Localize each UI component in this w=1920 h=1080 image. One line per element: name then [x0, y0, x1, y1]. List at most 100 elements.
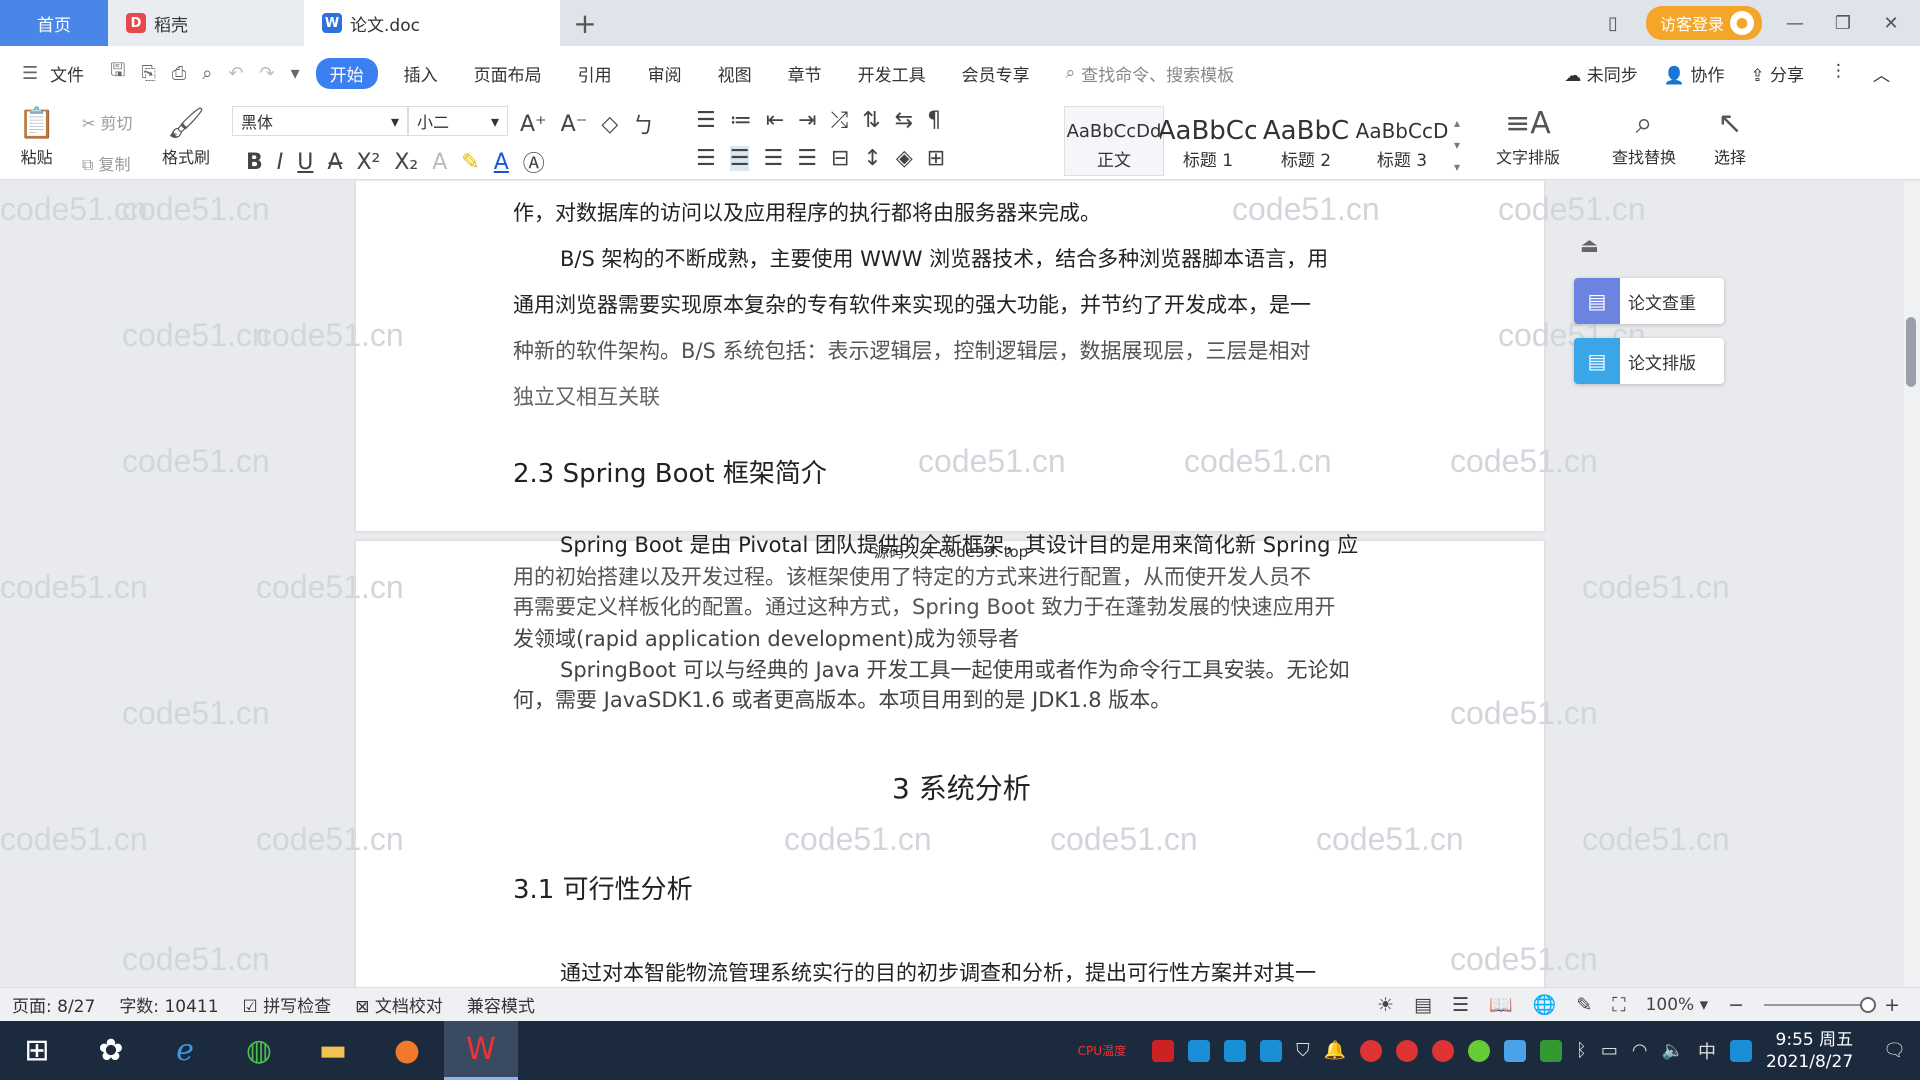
menu-reference[interactable]: 引用 — [560, 61, 630, 86]
outline-view-icon[interactable]: ☰ — [1452, 994, 1469, 1016]
font-color-icon[interactable]: A — [494, 150, 509, 175]
tray-app-icon[interactable] — [1396, 1039, 1418, 1062]
tray-app-icon[interactable] — [1504, 1039, 1526, 1062]
menu-start[interactable]: 开始 — [315, 57, 378, 89]
indent-icon[interactable]: ⇥ — [798, 108, 816, 133]
outdent-icon[interactable]: ⇤ — [766, 108, 784, 133]
strikethrough-icon[interactable]: A̶ — [327, 150, 342, 175]
preview-icon[interactable]: ⌕ — [194, 63, 220, 84]
proofread-button[interactable]: ⊠ 文档校对 — [343, 992, 455, 1017]
menu-chapter[interactable]: 章节 — [770, 61, 840, 86]
app-mascot-icon[interactable]: ● — [370, 1021, 444, 1080]
redo-icon[interactable]: ↷ — [251, 63, 282, 84]
zoom-in-icon[interactable]: + — [1884, 994, 1900, 1016]
tray-app-icon[interactable] — [1432, 1039, 1454, 1062]
tab-home[interactable]: 首页 — [0, 0, 108, 46]
shrink-font-icon[interactable]: A⁻ — [561, 112, 588, 137]
tray-app-icon[interactable] — [1188, 1039, 1211, 1062]
clock[interactable]: 9:55 周五 2021/8/27 — [1766, 1029, 1853, 1073]
save-icon[interactable]: 🖫 — [102, 58, 133, 88]
char-border-icon[interactable]: Ⓐ — [523, 146, 545, 178]
format-painter-button[interactable]: 🖌 格式刷 — [162, 106, 210, 168]
tray-app-icon[interactable] — [1540, 1039, 1562, 1062]
paste-button[interactable]: 📋 粘贴 — [18, 106, 55, 168]
web-view-icon[interactable]: 🌐 — [1533, 993, 1557, 1016]
more-icon[interactable]: ⋮ — [1830, 61, 1847, 86]
text-layout-button[interactable]: ≡A 文字排版 — [1496, 106, 1560, 168]
hamburger-icon[interactable]: ☰ — [14, 63, 46, 84]
paper-layout-button[interactable]: ▤ 论文排版 — [1574, 338, 1724, 384]
share-button[interactable]: ⇪ 分享 — [1750, 61, 1804, 86]
superscript-icon[interactable]: X² — [356, 150, 380, 175]
minimize-icon[interactable]: — — [1780, 13, 1810, 34]
zoom-slider[interactable] — [1764, 996, 1877, 1013]
border-icon[interactable]: ⊞ — [927, 146, 945, 171]
align-center-icon[interactable]: ☰ — [729, 146, 750, 171]
tab-daoke[interactable]: D 稻壳 — [108, 0, 304, 46]
collapse-ribbon-icon[interactable]: ︿ — [1873, 61, 1890, 86]
menu-file[interactable]: 文件 — [46, 61, 102, 86]
page-view-icon[interactable]: ▤ — [1414, 994, 1432, 1016]
grow-font-icon[interactable]: A⁺ — [520, 112, 547, 137]
export-icon[interactable]: ⎘ — [133, 63, 163, 84]
menu-insert[interactable]: 插入 — [386, 61, 456, 86]
sync-button[interactable]: ☁ 未同步 — [1564, 61, 1637, 86]
menu-member[interactable]: 会员专享 — [944, 61, 1048, 86]
style-normal[interactable]: AaBbCcDd 正文 — [1066, 116, 1162, 172]
tray-app-icon[interactable] — [1468, 1039, 1490, 1062]
dropdown-icon[interactable]: ▾ — [283, 63, 308, 84]
distribute-icon[interactable]: ⊟ — [831, 146, 849, 171]
style-scroll-icon[interactable]: ▴ ▾ ▾ — [1454, 112, 1460, 178]
chinese-layout-icon[interactable]: ⤮ — [831, 108, 849, 133]
bell-icon[interactable]: 🔔 — [1324, 1040, 1346, 1061]
login-button[interactable]: 访客登录 ● — [1645, 6, 1762, 40]
browser-360-icon[interactable]: ◍ — [222, 1021, 296, 1080]
collab-button[interactable]: 👤 协作 — [1664, 61, 1725, 86]
volume-icon[interactable]: 🔈 — [1662, 1040, 1684, 1061]
menu-review[interactable]: 审阅 — [630, 61, 700, 86]
wifi-icon[interactable]: ◠ — [1632, 1040, 1648, 1061]
layout-icon[interactable]: ▯ — [1598, 13, 1628, 34]
command-search[interactable]: ⌕ 查找命令、搜索模板 — [1066, 61, 1235, 86]
justify-icon[interactable]: ☰ — [797, 146, 817, 171]
eye-protection-icon[interactable]: ☀ — [1377, 994, 1394, 1016]
notification-icon[interactable]: 🗨 — [1883, 1040, 1906, 1061]
undo-icon[interactable]: ↶ — [220, 63, 251, 84]
align-right-icon[interactable]: ☰ — [763, 146, 783, 171]
windows-start-icon[interactable]: ⊞ — [0, 1021, 74, 1080]
vertical-scrollbar[interactable] — [1904, 181, 1920, 987]
find-replace-button[interactable]: ⌕ 查找替换 — [1612, 106, 1676, 168]
print-icon[interactable]: ⎙ — [164, 63, 194, 84]
ime-indicator[interactable]: 中 — [1698, 1038, 1716, 1064]
text-effect-icon[interactable]: A — [432, 150, 447, 175]
word-count[interactable]: 字数: 10411 — [107, 992, 230, 1017]
show-marks-icon[interactable]: ¶ — [927, 108, 941, 133]
copy-button[interactable]: ⧉ 复制 — [82, 151, 131, 175]
tray-app-icon[interactable] — [1224, 1039, 1247, 1062]
shield-icon[interactable]: ⛉ — [1296, 1040, 1310, 1061]
ie-browser-icon[interactable]: ℯ — [148, 1021, 222, 1080]
tab-document[interactable]: W 论文.doc — [304, 0, 560, 46]
phonetic-icon[interactable]: ㄅ — [632, 108, 654, 140]
battery-icon[interactable]: ▭ — [1601, 1040, 1618, 1061]
write-mode-icon[interactable]: ✎ — [1576, 994, 1592, 1016]
align-left-icon[interactable]: ☰ — [696, 146, 716, 171]
shading-icon[interactable]: ◈ — [896, 146, 913, 171]
zoom-slider-knob[interactable] — [1860, 996, 1877, 1013]
tray-app-icon[interactable] — [1152, 1039, 1175, 1062]
line-spacing-icon[interactable]: ↕ — [863, 146, 881, 171]
eraser-icon[interactable]: ◇ — [601, 112, 618, 137]
reading-view-icon[interactable]: 📖 — [1489, 993, 1513, 1016]
cut-button[interactable]: ✂ 剪切 — [82, 110, 133, 134]
paper-check-button[interactable]: ▤ 论文查重 — [1574, 278, 1724, 324]
font-size-select[interactable]: 小二 ▾ — [408, 106, 508, 136]
app-pinwheel-icon[interactable]: ✿ — [74, 1021, 148, 1080]
text-direction-icon[interactable]: ⇆ — [895, 108, 913, 133]
scrollbar-thumb[interactable] — [1906, 317, 1916, 387]
subscript-icon[interactable]: X₂ — [394, 150, 418, 175]
underline-icon[interactable]: U — [297, 150, 313, 175]
style-heading3[interactable]: AaBbCcD 标题 3 — [1354, 116, 1450, 171]
new-tab-button[interactable]: + — [560, 0, 610, 46]
bold-icon[interactable]: B — [246, 150, 263, 175]
bullet-list-icon[interactable]: ☰ — [696, 108, 716, 133]
